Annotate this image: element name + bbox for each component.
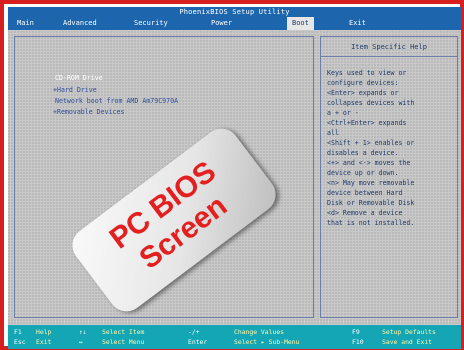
status-desc-help: Help (36, 328, 52, 336)
title-bar: PhoenixBIOS Setup Utility (8, 7, 461, 17)
menu-power[interactable]: Power (206, 17, 237, 30)
app-title: PhoenixBIOS Setup Utility (179, 8, 290, 16)
help-line: a + or - (327, 109, 359, 117)
help-line: <Ctrl+Enter> expands (327, 119, 407, 127)
menu-bar: Main Advanced Security Power Boot Exit (8, 17, 461, 30)
status-key-updown: ↑↓ (79, 328, 87, 336)
help-line: <Shift + 1> enables or (327, 139, 415, 147)
help-line: collapses devices with (327, 99, 415, 107)
status-desc-exit: Exit (36, 338, 52, 346)
help-line: <d> Remove a device (327, 209, 403, 217)
help-line: disables a device. (327, 149, 399, 157)
red-frame: PhoenixBIOS Setup Utility Main Advanced … (0, 0, 464, 350)
status-key-f10: F10 (352, 338, 364, 346)
status-bar: F1 Help ↑↓ Select Item -/+ Change Values… (8, 325, 461, 349)
status-desc-select-menu: Select Menu (102, 338, 145, 346)
help-line: <n> May move removable (327, 179, 415, 187)
menu-boot[interactable]: Boot (287, 17, 314, 30)
status-desc-select-submenu: Select ▸ Sub-Menu (234, 338, 300, 346)
status-desc-change-values: Change Values (234, 328, 285, 336)
status-desc-setup-defaults: Setup Defaults (382, 328, 436, 336)
status-desc-save-exit: Save and Exit (382, 338, 433, 346)
help-line: <+> and <-> moves the (327, 159, 411, 167)
status-key-enter: Enter (188, 338, 208, 346)
help-line: device between Hard (327, 189, 403, 197)
menu-advanced[interactable]: Advanced (58, 17, 102, 30)
boot-item-cdrom[interactable]: CD-ROM Drive (55, 74, 103, 82)
bios-screen: PhoenixBIOS Setup Utility Main Advanced … (8, 7, 461, 349)
help-header: Item Specific Help (321, 37, 457, 57)
menu-security[interactable]: Security (129, 17, 173, 30)
help-line: all (327, 129, 339, 137)
status-key-f9: F9 (352, 328, 360, 336)
help-panel: Item Specific Help Keys used to view or … (320, 36, 458, 318)
help-line: configure devices: (327, 79, 399, 87)
boot-item-network[interactable]: Network boot from AMD Am79C970A (55, 97, 178, 105)
menu-main[interactable]: Main (12, 17, 39, 30)
help-line: device up or down. (327, 169, 399, 177)
help-line: that is not installed. (327, 219, 415, 227)
status-key-leftright: ↔ (79, 338, 83, 346)
status-key-f1: F1 (14, 328, 22, 336)
status-key-esc: Esc (14, 338, 26, 346)
boot-item-removable[interactable]: +Removable Devices (53, 108, 124, 116)
menu-exit[interactable]: Exit (344, 17, 371, 30)
help-line: <Enter> expands or (327, 89, 399, 97)
boot-item-hard-drive[interactable]: +Hard Drive (53, 86, 97, 94)
status-key-minus-plus: -/+ (188, 328, 200, 336)
status-desc-select-item: Select Item (102, 328, 145, 336)
help-line: Disk or Removable Disk (327, 199, 415, 207)
help-line: Keys used to view or (327, 69, 407, 77)
